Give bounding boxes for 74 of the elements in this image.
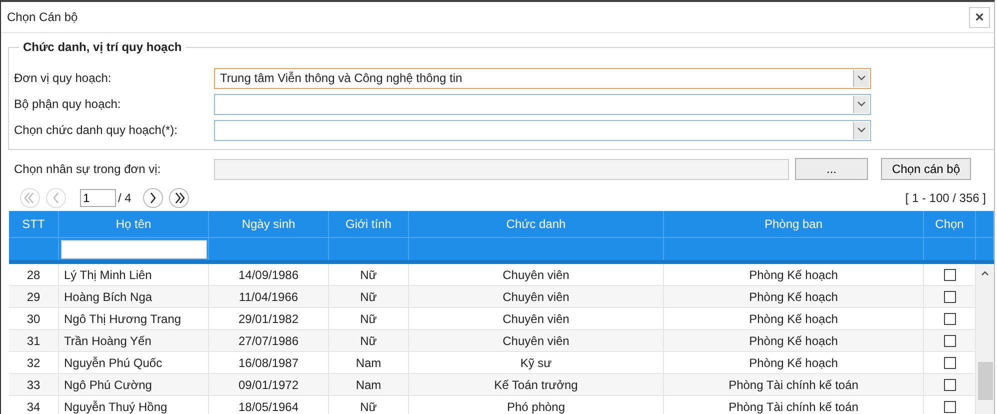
table-cell: Phó phòng [409,396,664,414]
page-field[interactable]: 1 [80,189,116,207]
chevron-down-icon[interactable] [853,70,869,86]
table-cell: 18/05/1964 [209,396,329,414]
table-cell: Phòng Kế hoạch [664,352,924,373]
table-cell: Nam [329,352,409,373]
table-cell: Phòng Tài chính kế toán [664,374,924,395]
table-cell: 32 [9,352,59,373]
scrollbar[interactable] [976,264,994,414]
next-page-icon[interactable] [143,188,164,208]
close-button[interactable]: × [969,6,990,28]
checkbox[interactable] [944,378,956,390]
table-cell: Chuyên viên [409,264,664,285]
table-cell: Nguyễn Thuý Hồng [59,396,209,414]
table-cell: Nữ [329,264,409,285]
dropdown-field[interactable]: Trung tâm Viễn thông và Công nghệ thông tin [214,68,871,88]
table-cell: Phòng Kế hoạch [664,286,924,307]
table-cell: Phòng Tài chính kế toán [664,396,924,414]
table-cell: 16/08/1987 [209,352,329,373]
record-range: [ 1 - 100 / 356 ] [905,191,986,205]
checkbox[interactable] [944,312,956,324]
table-cell: Chuyên viên [409,286,664,307]
table-cell: 14/09/1986 [209,264,329,285]
table-cell: Ngô Thị Hương Trang [59,308,209,329]
table-cell: Nam [329,374,409,395]
table-cell: 30 [9,308,59,329]
table-cell: 28 [9,264,59,285]
chevron-down-icon[interactable] [853,96,869,112]
table-cell: 29/01/1982 [209,308,329,329]
fieldset-legend: Chức danh, vị trí quy hoạch [19,40,186,54]
table-cell: Phòng Kế hoạch [664,308,924,329]
table-cell: Nữ [329,396,409,414]
table-cell: Kế Toán trưởng [409,374,664,395]
scroll-up-icon[interactable] [981,271,989,276]
table-cell: Phòng Kế hoạch [664,264,924,285]
table-cell: 11/04/1966 [209,286,329,307]
field-label: Bộ phận quy hoạch: [14,97,122,111]
chevron-down-icon[interactable] [853,122,869,138]
field-label: Chọn nhân sự trong đơn vị: [14,162,162,176]
checkbox[interactable] [944,290,956,302]
window-title: Chọn Cán bộ [7,10,78,24]
table-cell: Ngô Phú Cường [59,374,209,395]
table-cell: 34 [9,396,59,414]
table-cell: Nữ [329,330,409,351]
filter-field[interactable] [60,240,206,258]
dropdown-field[interactable] [214,94,871,114]
table-cell: 33 [9,374,59,395]
checkbox[interactable] [944,356,956,368]
browse-button[interactable]: ... [795,158,868,180]
checkbox[interactable] [944,334,956,346]
table-cell: Nữ [329,308,409,329]
table-cell: Kỹ sư [409,352,664,373]
table-cell: Chuyên viên [409,330,664,351]
table-cell: Trần Hoàng Yến [59,330,209,351]
table-cell: Nguyễn Phú Quốc [59,352,209,373]
table-cell: Nữ [329,286,409,307]
table-cell: 09/01/1972 [209,374,329,395]
last-page-icon[interactable] [169,188,190,208]
table-cell: 31 [9,330,59,351]
checkbox[interactable] [944,268,956,280]
table-cell: Phòng Kế hoạch [664,330,924,351]
scroll-thumb[interactable] [978,362,992,400]
table-cell: 27/07/1986 [209,330,329,351]
staff-field[interactable] [214,158,789,180]
page-total: / 4 [118,191,132,205]
dropdown-field[interactable] [214,120,871,140]
table-cell: Hoàng Bích Nga [59,286,209,307]
select-staff-button[interactable]: Chọn cán bộ [881,158,971,180]
table-cell: Chuyên viên [409,308,664,329]
field-label: Chọn chức danh quy hoạch(*): [14,123,178,137]
table-cell: 29 [9,286,59,307]
checkbox[interactable] [944,400,956,412]
table-cell: Lý Thị Minh Liên [59,264,209,285]
field-label: Đơn vị quy hoạch: [14,71,112,85]
